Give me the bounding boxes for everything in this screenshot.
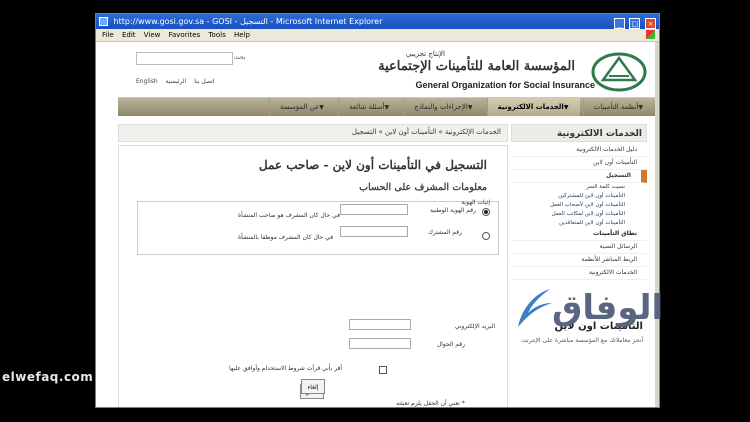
section-title: معلومات المشرف على الحساب: [359, 182, 487, 193]
email-label: البريد الإلكتروني: [454, 323, 495, 330]
nav-item-insurance-systems[interactable]: ▼أنظمة التأمينات: [582, 98, 655, 116]
menu-help[interactable]: Help: [234, 31, 250, 39]
national-id-input[interactable]: [340, 204, 408, 215]
menu-favorites[interactable]: Favorites: [169, 31, 201, 39]
sidebar-item-forgot-password[interactable]: نسيت كلمة السر: [511, 183, 647, 192]
sidebar-header: الخدمات الالكترونية: [511, 124, 647, 142]
org-name-english: General Organization for Social Insuranc…: [415, 80, 595, 90]
subscriber-input[interactable]: [340, 226, 408, 237]
nav-item-procedures[interactable]: ▼الإجراءات والنماذج: [403, 98, 484, 116]
sidebar-item-labor-offices[interactable]: التأمينات أون لاين لمكاتب العمل: [511, 210, 647, 219]
org-subtitle: الإنتاج تجريبي: [405, 50, 445, 58]
vertical-scrollbar[interactable]: [655, 42, 659, 407]
home-link[interactable]: الرئيسية: [166, 78, 187, 85]
national-id-label: رقم الهوية الوطنية: [429, 207, 476, 214]
id-type-label: إثبات الهوية: [461, 199, 490, 206]
windows-logo-icon: [646, 30, 655, 39]
chevron-down-icon: ▼: [319, 104, 324, 111]
ie-icon: [99, 17, 108, 26]
window-title: http://www.gosi.gov.sa - GOSI - التسجيل …: [113, 17, 383, 26]
sidebar-item-contractors[interactable]: التأمينات أون لاين للمتعاقدين: [511, 219, 647, 228]
id-type-group: إثبات الهوية رقم الهوية الوطنية في حال ك…: [137, 199, 499, 255]
browser-window: http://www.gosi.gov.sa - GOSI - التسجيل …: [95, 13, 660, 408]
feather-icon: [518, 289, 552, 327]
registration-form: التسجيل في التأمينات أون لاين - صاحب عمل…: [118, 145, 508, 407]
mobile-input[interactable]: [349, 338, 411, 349]
promo-text: أنجز معاملاتك مع المؤسسة مباشرة على الإن…: [521, 337, 643, 344]
contact-link[interactable]: اتصل بنا: [194, 78, 214, 85]
subscriber-hint: في حال كان المشرف موظفا بالمنشأة: [238, 234, 334, 241]
nav-item-eservices[interactable]: ▼الخدمات الالكترونية: [486, 98, 581, 116]
english-link[interactable]: English: [136, 78, 158, 85]
title-bar: http://www.gosi.gov.sa - GOSI - التسجيل …: [96, 14, 659, 29]
sidebar-item-online[interactable]: التأمينات أون لاين: [511, 157, 647, 170]
chevron-down-icon: ▼: [467, 104, 473, 111]
menu-bar: File Edit View Favorites Tools Help: [96, 29, 659, 42]
required-note: * تعني أن الحقل يلزم تعبئته: [396, 400, 465, 407]
menu-tools[interactable]: Tools: [208, 31, 225, 39]
search-button[interactable]: بحث: [234, 52, 254, 63]
sidebar-item-sms[interactable]: الرسائل النصية: [511, 241, 647, 254]
sidebar-item-insurance-scope[interactable]: نطاق التأمينات: [511, 228, 647, 241]
page-title: التسجيل في التأمينات أون لاين - صاحب عمل: [258, 158, 487, 172]
main-nav: ▼أنظمة التأمينات ▼الخدمات الالكترونية ▼ا…: [118, 97, 655, 116]
site-watermark: elwefaq.com: [2, 370, 94, 384]
header-links: English اتصل بنا الرئيسية: [136, 78, 221, 85]
sidebar-item-eservices[interactable]: الخدمات الالكترونية: [511, 267, 647, 280]
national-id-hint: في حال كان المشرف هو صاحب المنشأة: [238, 212, 341, 219]
sidebar-item-employers[interactable]: التأمينات أون لاين لأصحاب العمل: [511, 201, 647, 210]
close-button[interactable]: ×: [645, 18, 656, 29]
menu-view[interactable]: View: [144, 31, 161, 39]
watermark-text: الوفاق: [552, 288, 664, 328]
chevron-down-icon: ▼: [384, 104, 390, 111]
sidebar-item-subscribers[interactable]: التأمينات أون لاين للمشتركين: [511, 192, 647, 201]
nav-item-faq[interactable]: ▼أسئلة شائعة: [338, 98, 401, 116]
web-page: الإنتاج تجريبي المؤسسة العامة للتأمينات …: [96, 42, 655, 407]
terms-text[interactable]: أقر بأني قرأت شروط الاستخدام وأوافق عليه…: [229, 365, 342, 372]
menu-file[interactable]: File: [102, 31, 114, 39]
nav-item-about[interactable]: ▼عن المؤسسة: [268, 98, 336, 116]
sidebar: الخدمات الالكترونية دليل الخدمات الالكتر…: [511, 124, 647, 407]
menu-edit[interactable]: Edit: [122, 31, 136, 39]
radio-national-id[interactable]: [482, 208, 490, 216]
sidebar-item-guide[interactable]: دليل الخدمات الالكترونية: [511, 144, 647, 157]
search-input[interactable]: [136, 52, 233, 65]
gosi-logo-icon: [591, 52, 647, 92]
subscriber-label: رقم المشترك: [427, 229, 462, 236]
org-name-arabic: المؤسسة العامة للتأمينات الإجتماعية: [378, 59, 575, 74]
mobile-label: رقم الجوال: [436, 341, 465, 348]
email-input[interactable]: [349, 319, 411, 330]
cancel-button[interactable]: إلغاء: [301, 379, 325, 394]
chevron-down-icon: ▼: [563, 104, 569, 111]
chevron-down-icon: ▼: [638, 104, 643, 111]
breadcrumb[interactable]: الخدمات الإلكترونية » التأمينات أون لاين…: [352, 128, 501, 136]
radio-subscriber[interactable]: [482, 232, 490, 240]
breadcrumb-bar: الخدمات الإلكترونية » التأمينات أون لاين…: [118, 124, 508, 142]
sidebar-list: دليل الخدمات الالكترونية التأمينات أون ل…: [511, 144, 647, 280]
brand-watermark: الوفاق: [512, 283, 690, 333]
maximize-button[interactable]: □: [629, 18, 641, 29]
sidebar-item-direct-link[interactable]: الربط المباشر للأنظمة: [511, 254, 647, 267]
sidebar-item-registration[interactable]: التسجيل: [511, 170, 647, 183]
terms-checkbox[interactable]: [379, 366, 387, 374]
promo-box[interactable]: التأمينات اون لاين أنجز معاملاتك مع المؤ…: [511, 321, 647, 407]
minimize-button[interactable]: _: [613, 18, 625, 29]
